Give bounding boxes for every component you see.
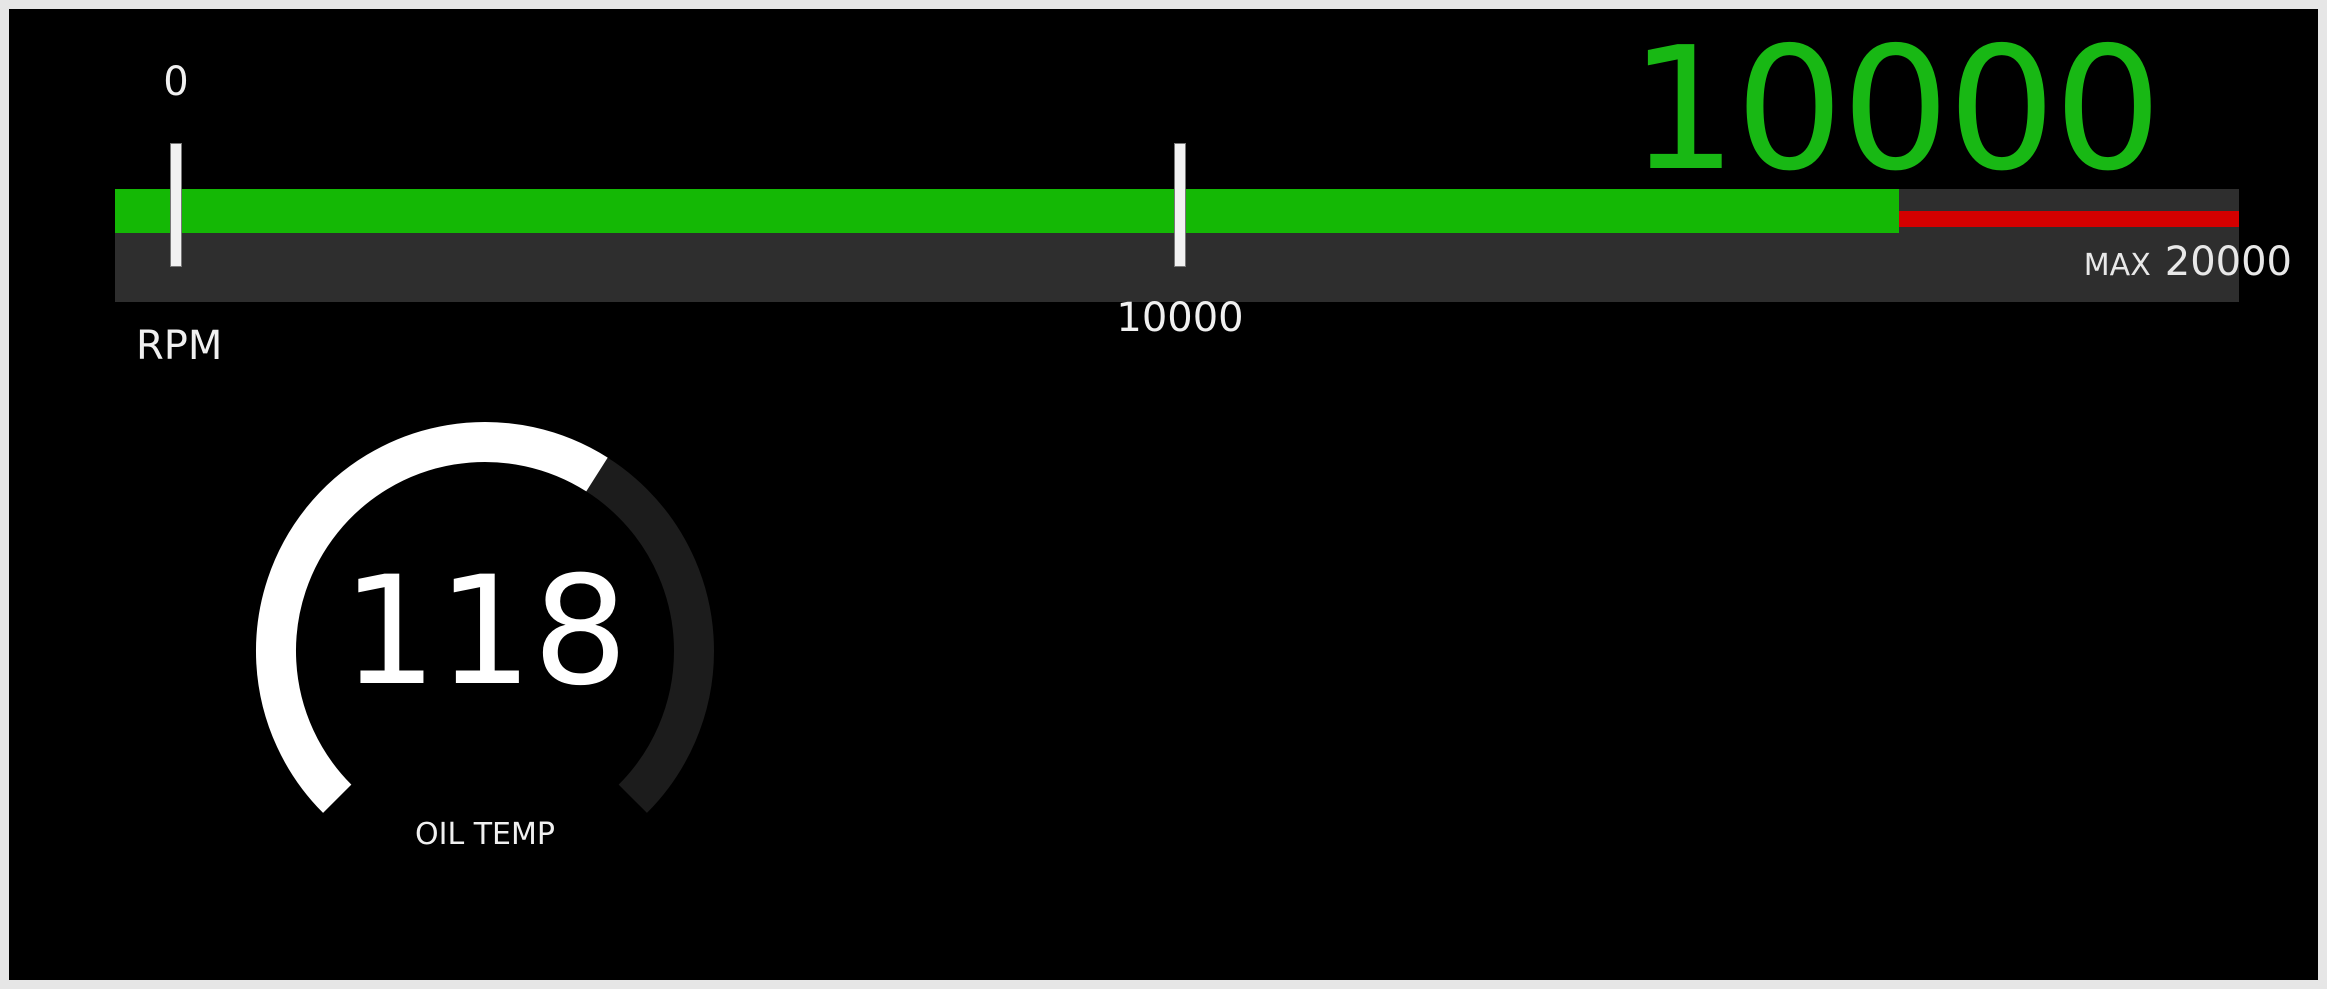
rpm-tick-mid: [1174, 143, 1186, 267]
rpm-value: 10000: [1629, 11, 2162, 209]
rpm-max: MAX 20000: [2084, 239, 2292, 285]
rpm-max-value: 20000: [2164, 239, 2292, 285]
oil-temp-label: OIL TEMP: [415, 817, 555, 852]
rpm-redline-zone: [1899, 211, 2239, 227]
rpm-tick-start: [170, 143, 182, 267]
rpm-max-word: MAX: [2083, 248, 2151, 283]
rpm-tick-start-label: 0: [163, 59, 189, 105]
oil-temp-value: 118: [341, 545, 629, 719]
dashboard-screen: 0 10000 RPM 10000 MAX 20000 118 OIL TEMP: [9, 9, 2318, 980]
rpm-tick-mid-label: 10000: [1116, 295, 1244, 341]
rpm-label: RPM: [136, 323, 223, 369]
